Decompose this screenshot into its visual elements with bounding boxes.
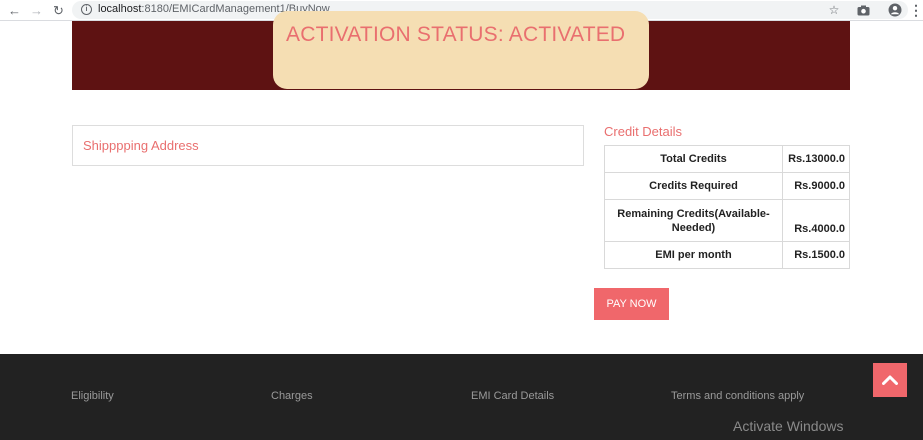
table-row: EMI per month Rs.1500.0 (604, 241, 850, 269)
footer-link-charges[interactable]: Charges (271, 390, 313, 402)
scroll-to-top-button[interactable] (873, 363, 907, 397)
back-arrow-icon[interactable]: ← (6, 2, 23, 19)
credit-value: Rs.13000.0 (782, 145, 850, 173)
shipping-address-panel: Shipppping Address (72, 125, 584, 166)
pay-now-button[interactable]: PAY NOW (594, 288, 669, 320)
account-icon[interactable] (887, 2, 903, 18)
url-host: localhost (98, 3, 142, 15)
table-row: Remaining Credits(Available-Needed) Rs.4… (604, 199, 850, 242)
header-banner: ACTIVATION STATUS: ACTIVATED (72, 11, 850, 90)
menu-kebab-icon[interactable]: ⋮ (908, 2, 923, 18)
bookmark-star-icon[interactable]: ☆ (826, 2, 842, 18)
credit-value: Rs.9000.0 (782, 172, 850, 200)
activation-status-card: ACTIVATION STATUS: ACTIVATED (273, 11, 649, 89)
credit-label: Total Credits (604, 145, 783, 173)
credit-details-title: Credit Details (604, 124, 683, 139)
credit-details-table: Total Credits Rs.13000.0 Credits Require… (604, 145, 850, 269)
footer: Eligibility Charges EMI Card Details Ter… (0, 354, 923, 440)
credit-label: Remaining Credits(Available-Needed) (604, 199, 783, 242)
footer-link-emi-card-details[interactable]: EMI Card Details (471, 390, 554, 402)
footer-link-terms[interactable]: Terms and conditions apply (671, 390, 804, 402)
credit-label: EMI per month (604, 241, 783, 269)
shipping-address-label: Shipppping Address (83, 138, 199, 153)
activation-status-text: ACTIVATION STATUS: ACTIVATED (286, 23, 626, 46)
credit-value: Rs.1500.0 (782, 241, 850, 269)
credit-value: Rs.4000.0 (782, 199, 850, 242)
chevron-up-icon (882, 375, 898, 385)
site-info-icon[interactable]: i (81, 4, 92, 15)
camera-icon[interactable] (855, 2, 871, 18)
credit-label: Credits Required (604, 172, 783, 200)
table-row: Total Credits Rs.13000.0 (604, 145, 850, 173)
activate-windows-watermark: Activate Windows (733, 418, 844, 434)
reload-icon[interactable]: ↻ (50, 2, 67, 19)
forward-arrow-icon[interactable]: → (28, 2, 45, 19)
footer-link-eligibility[interactable]: Eligibility (71, 390, 114, 402)
table-row: Credits Required Rs.9000.0 (604, 172, 850, 200)
